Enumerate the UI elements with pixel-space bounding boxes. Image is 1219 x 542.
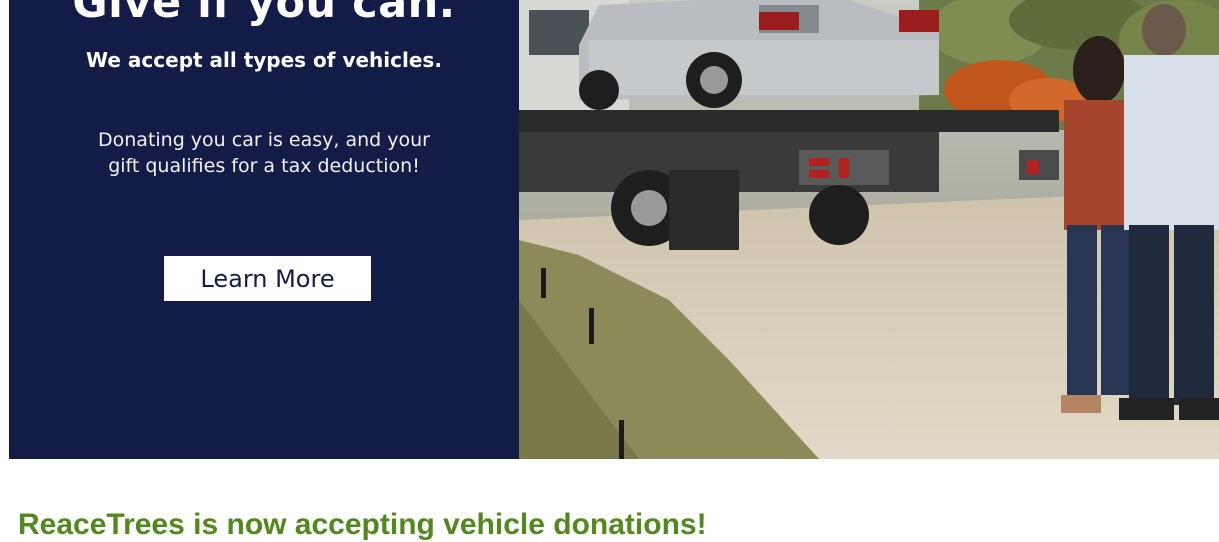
section-heading: ReaceTrees is now accepting vehicle dona… [18,508,707,541]
banner-body-text: Donating you car is easy, and your gift … [98,129,430,177]
banner-headline: Give if you can. [72,0,456,28]
learn-more-button[interactable]: Learn More [164,256,371,301]
banner-subhead: We accept all types of vehicles. [86,48,442,72]
donation-banner: Give if you can. We accept all types of … [9,0,1219,459]
banner-text-panel: Give if you can. We accept all types of … [9,0,519,459]
tow-truck-photo [519,0,1219,459]
